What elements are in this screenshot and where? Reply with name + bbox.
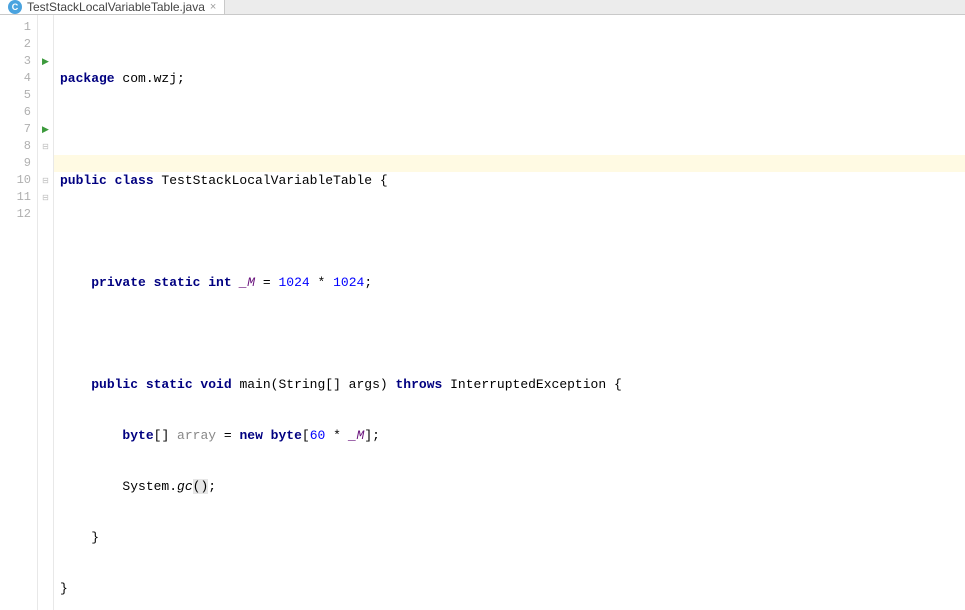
editor: 123456789101112 ▶▶⊟⊟⊟ package com.wzj; p… (0, 15, 965, 610)
editor-tabbar: C TestStackLocalVariableTable.java × (0, 0, 965, 15)
close-icon[interactable]: × (210, 1, 216, 13)
current-line-highlight (54, 155, 965, 172)
class-icon: C (8, 0, 22, 14)
file-tab[interactable]: C TestStackLocalVariableTable.java × (0, 0, 225, 14)
file-tab-title: TestStackLocalVariableTable.java (27, 0, 205, 14)
code-area[interactable]: package com.wzj; public class TestStackL… (54, 15, 965, 610)
gutter-markers[interactable]: ▶▶⊟⊟⊟ (38, 15, 54, 610)
gutter-line-numbers: 123456789101112 (0, 15, 38, 610)
